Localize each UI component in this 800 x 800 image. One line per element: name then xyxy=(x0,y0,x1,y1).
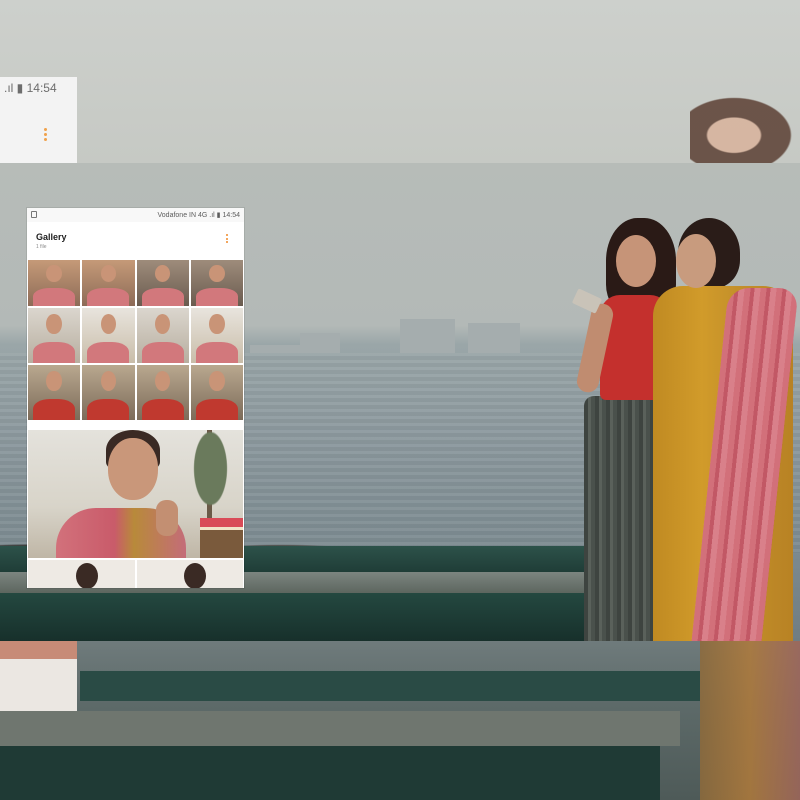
more-options-icon[interactable] xyxy=(225,234,229,248)
photo-thumbnail[interactable] xyxy=(190,260,243,306)
app-header: Gallery 1 file xyxy=(27,222,244,260)
status-bar: Vodafone IN 4G .ıl ▮ 14:54 xyxy=(27,208,244,222)
photo-thumbnail[interactable] xyxy=(190,365,243,420)
phone-gallery-screen: Vodafone IN 4G .ıl ▮ 14:54 Gallery 1 fil… xyxy=(27,208,244,588)
photo-strip xyxy=(28,560,243,588)
photo-grid-row xyxy=(27,308,244,363)
ghost-phone-screen xyxy=(0,641,77,711)
app-title: Gallery xyxy=(36,232,67,242)
photo-thumbnail[interactable] xyxy=(28,365,81,420)
photo-thumbnail[interactable] xyxy=(136,560,243,588)
photo-thumbnail[interactable] xyxy=(28,260,81,306)
photo-thumbnail[interactable] xyxy=(136,308,189,363)
signal-icon: .ıl xyxy=(209,212,217,219)
status-time: 14:54 xyxy=(222,212,240,219)
ghost-signal-icon: .ıl ▮ xyxy=(4,81,27,95)
photo-thumbnail[interactable] xyxy=(82,308,135,363)
photo-thumbnail[interactable] xyxy=(190,308,243,363)
background-top-blur: .ıl ▮ 14:54 xyxy=(0,0,800,164)
carrier-label: Vodafone IN 4G xyxy=(157,212,208,219)
woman-yellow-saree xyxy=(648,218,800,641)
background-bottom-blur xyxy=(0,641,800,800)
photo-grid xyxy=(27,260,244,422)
ghost-more-options-icon xyxy=(44,128,48,142)
app-subtitle: 1 file xyxy=(36,244,47,250)
photo-thumbnail[interactable] xyxy=(28,560,135,588)
ghost-status-time: .ıl ▮ 14:54 xyxy=(4,81,57,95)
photo-grid-row xyxy=(27,260,244,306)
railing-bottom-bar xyxy=(0,593,640,641)
photo-thumbnail[interactable] xyxy=(82,260,135,306)
ghost-woman-face xyxy=(690,92,800,164)
featured-photo[interactable] xyxy=(28,430,243,558)
photo-grid-row xyxy=(27,365,244,420)
photo-thumbnail[interactable] xyxy=(136,365,189,420)
photo-thumbnail[interactable] xyxy=(136,260,189,306)
photo-thumbnail[interactable] xyxy=(82,365,135,420)
photo-thumbnail[interactable] xyxy=(28,308,81,363)
gallery-app-icon xyxy=(31,211,37,218)
